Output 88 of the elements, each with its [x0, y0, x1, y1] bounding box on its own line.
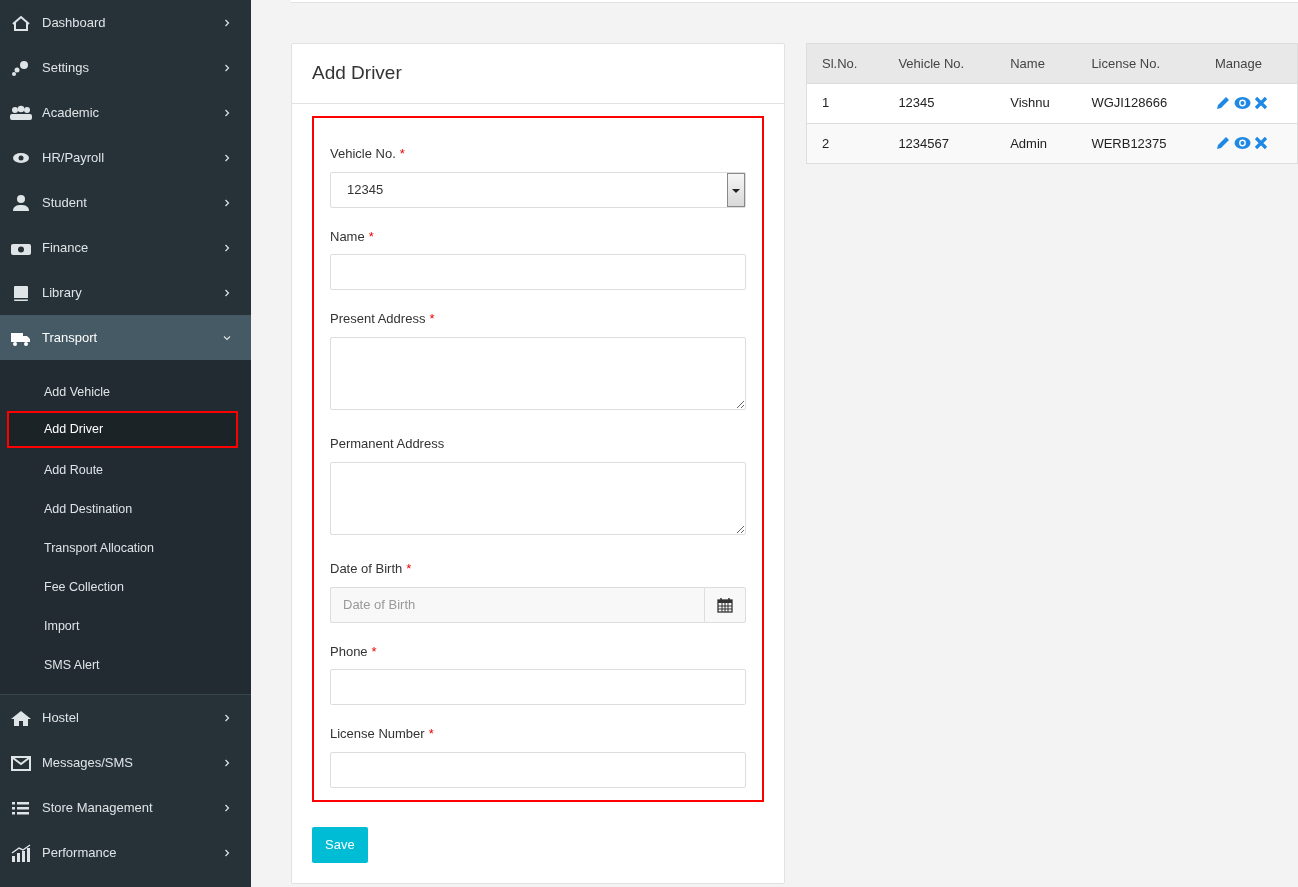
sidebar-item[interactable]: Performance [0, 830, 251, 875]
field-label: Present Address [330, 311, 426, 326]
delete-button[interactable] [1254, 96, 1268, 110]
sidebar-item[interactable]: Messages/SMS [0, 740, 251, 785]
table-cell: 2 [807, 123, 884, 163]
chevron-down-icon [223, 333, 231, 342]
eye-icon [1234, 96, 1251, 110]
chevron-right-icon [223, 18, 231, 27]
sidebar-item[interactable]: Store Management [0, 785, 251, 830]
chevron-right-icon [223, 288, 231, 297]
chevron-right-icon [223, 803, 231, 812]
table-cell: Vishnu [995, 83, 1077, 123]
delete-button[interactable] [1254, 136, 1268, 151]
chevron-right-icon [223, 198, 231, 207]
input-field[interactable] [330, 751, 746, 788]
textarea-field[interactable] [330, 461, 746, 535]
table-cell: 1 [807, 83, 884, 123]
sidebar-item[interactable]: Settings [0, 45, 251, 90]
view-button[interactable] [1234, 136, 1251, 151]
sidebar-item[interactable]: Library [0, 270, 251, 315]
caret-down-icon [732, 188, 740, 193]
dropdown-button[interactable] [727, 172, 745, 207]
close-icon [1254, 136, 1268, 151]
edit-button[interactable] [1215, 135, 1231, 152]
chevron-right-icon [223, 108, 231, 117]
chevron-right-icon [223, 153, 231, 162]
chevron-right-icon [223, 243, 231, 252]
sidebar-item[interactable]: HR/Payroll [0, 135, 251, 180]
submenu-item[interactable]: Import [7, 606, 238, 643]
sidebar-item[interactable]: Finance [0, 225, 251, 270]
column-header: Name [995, 44, 1077, 83]
table-cell: 1234567 [883, 123, 996, 163]
sidebar-item[interactable]: Academic [0, 90, 251, 135]
table-cell: Admin [995, 123, 1077, 163]
calendar-icon [717, 596, 733, 613]
input-field[interactable] [330, 669, 746, 705]
field-label: Vehicle No. [330, 146, 396, 161]
table-cell: WGJI128666 [1076, 83, 1200, 123]
submenu-item[interactable]: Add Destination [7, 489, 238, 526]
column-header: License No. [1076, 44, 1200, 83]
pencil-icon [1215, 135, 1231, 152]
column-header: Manage [1200, 44, 1297, 83]
input-field[interactable] [330, 254, 746, 290]
person-icon [10, 193, 32, 212]
envelope-icon [10, 753, 32, 772]
chevron-right-icon [223, 848, 231, 857]
field-label: License Number [330, 726, 425, 741]
submenu-item[interactable]: Add Driver [7, 411, 238, 448]
field-label: Date of Birth [330, 561, 403, 576]
required-mark: * [371, 643, 377, 659]
chart-icon [10, 843, 32, 862]
eye-icon [1234, 136, 1251, 151]
chevron-right-icon [223, 63, 231, 72]
required-mark: * [399, 146, 405, 161]
required-mark: * [368, 228, 374, 244]
field-label: Permanent Address [330, 436, 445, 451]
column-header: Sl.No. [807, 44, 884, 83]
view-button[interactable] [1234, 96, 1251, 110]
sidebar-item[interactable]: Dashboard [0, 0, 251, 45]
pencil-icon [1215, 95, 1231, 111]
required-mark: * [428, 726, 434, 741]
home-icon [10, 13, 32, 32]
house-icon [10, 708, 32, 727]
submenu-item[interactable]: Fee Collection [7, 567, 238, 604]
sidebar-item[interactable]: Hostel [0, 695, 251, 740]
sidebar-item[interactable]: Student [0, 180, 251, 225]
field-label: Phone [330, 643, 368, 659]
required-mark: * [429, 311, 435, 326]
calendar-button[interactable] [704, 586, 746, 623]
field-label: Name [330, 228, 365, 244]
submenu-item[interactable]: Transport Allocation [7, 528, 238, 565]
close-icon [1254, 96, 1268, 110]
table-cell: 12345 [883, 83, 996, 123]
people-icon [10, 103, 32, 122]
submenu-item[interactable]: SMS Alert [7, 645, 238, 682]
submenu-item[interactable]: Add Route [7, 450, 238, 487]
column-header: Vehicle No. [883, 44, 996, 83]
vehicle-select[interactable]: 12345 [330, 171, 746, 208]
required-mark: * [406, 561, 412, 576]
submenu-item[interactable]: Add Vehicle [7, 372, 238, 409]
chevron-right-icon [223, 758, 231, 767]
date-field[interactable]: Date of Birth [330, 586, 704, 623]
table-cell: WERB12375 [1076, 123, 1200, 163]
chevron-right-icon [223, 713, 231, 722]
sidebar-item[interactable]: Transport [0, 315, 251, 360]
form-title: Add Driver [292, 44, 784, 104]
edit-button[interactable] [1215, 95, 1231, 111]
textarea-field[interactable] [330, 336, 746, 410]
